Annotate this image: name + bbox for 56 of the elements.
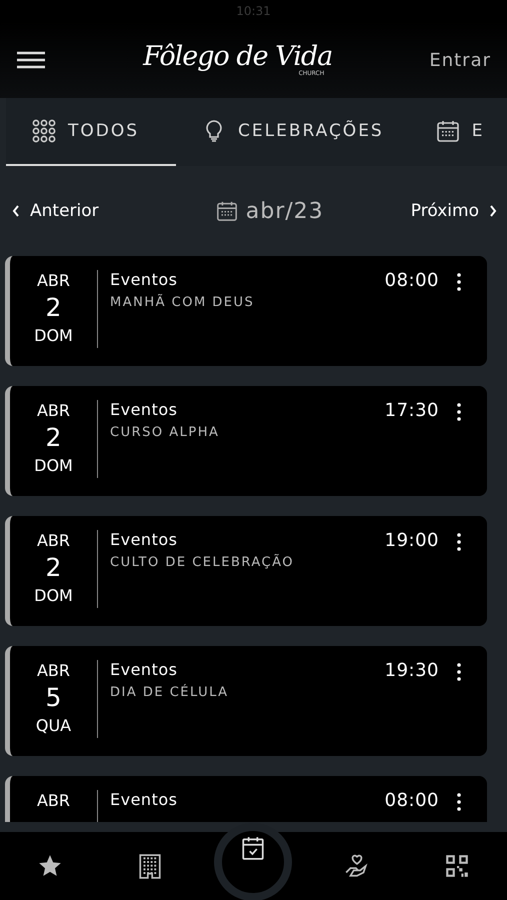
event-card[interactable]: ABR Eventos 08:00: [5, 776, 487, 822]
event-month: ABR: [36, 400, 70, 421]
calendar-icon: [216, 200, 238, 222]
event-category: Eventos: [110, 790, 178, 809]
event-time: 08:00: [384, 270, 439, 291]
more-icon[interactable]: [457, 273, 461, 291]
next-button[interactable]: Próximo: [410, 201, 497, 221]
event-title: DIA DE CÉLULA: [110, 685, 230, 700]
status-time: 10:31: [236, 4, 271, 18]
event-category: Eventos: [110, 530, 178, 549]
event-title: CULTO DE CELEBRAÇÃO: [110, 555, 296, 570]
login-link[interactable]: Entrar: [429, 50, 491, 70]
more-icon[interactable]: [457, 663, 461, 681]
more-icon[interactable]: [457, 793, 461, 811]
event-month: ABR: [36, 790, 70, 811]
menu-icon[interactable]: [16, 50, 46, 70]
chevron-right-icon: [489, 205, 497, 217]
qr-code-icon: [444, 853, 470, 879]
building-icon: [136, 853, 163, 879]
logo-text: Fôlego de Vida: [143, 43, 332, 70]
event-weekday: DOM: [34, 455, 73, 476]
event-day: 2: [46, 551, 62, 585]
chevron-left-icon: [12, 205, 20, 217]
event-card[interactable]: ABR 2 DOM Eventos CULTO DE CELEBRAÇÃO 19:00: [5, 516, 487, 626]
event-card[interactable]: ABR 2 DOM Eventos CURSO ALPHA 17:30: [5, 386, 487, 496]
event-weekday: DOM: [34, 325, 73, 346]
category-tab[interactable]: TODOS: [6, 98, 176, 166]
event-month: ABR: [36, 660, 70, 681]
event-time: 19:30: [384, 660, 439, 681]
heart-hand-icon: [344, 853, 370, 879]
month-label: abr/23: [246, 198, 324, 224]
more-icon[interactable]: [457, 533, 461, 551]
event-title: CURSO ALPHA: [110, 425, 220, 440]
event-month: ABR: [36, 530, 70, 551]
event-category: Eventos: [110, 400, 178, 419]
event-card[interactable]: ABR 2 DOM Eventos MANHÃ COM DEUS 08:00: [5, 256, 487, 366]
event-day: 2: [46, 291, 62, 325]
event-category: Eventos: [110, 660, 178, 679]
calendar-check-icon: [240, 835, 266, 861]
event-time: 08:00: [384, 790, 439, 811]
category-tab[interactable]: CELEBRAÇÕES: [176, 98, 410, 166]
event-card[interactable]: ABR 5 QUA Eventos DIA DE CÉLULA 19:30: [5, 646, 487, 756]
event-day: 5: [46, 681, 62, 715]
event-time: 17:30: [384, 400, 439, 421]
category-tab[interactable]: E: [410, 98, 507, 166]
event-month: ABR: [36, 270, 70, 291]
calendar-icon: [436, 119, 460, 143]
event-time: 19:00: [384, 530, 439, 551]
previous-button[interactable]: Anterior: [12, 201, 99, 221]
more-icon[interactable]: [457, 403, 461, 421]
event-weekday: QUA: [36, 715, 72, 736]
event-day: 2: [46, 421, 62, 455]
grid-icon: [32, 119, 56, 143]
event-title: MANHÃ COM DEUS: [110, 295, 256, 310]
event-category: Eventos: [110, 270, 178, 289]
event-weekday: DOM: [34, 585, 73, 606]
